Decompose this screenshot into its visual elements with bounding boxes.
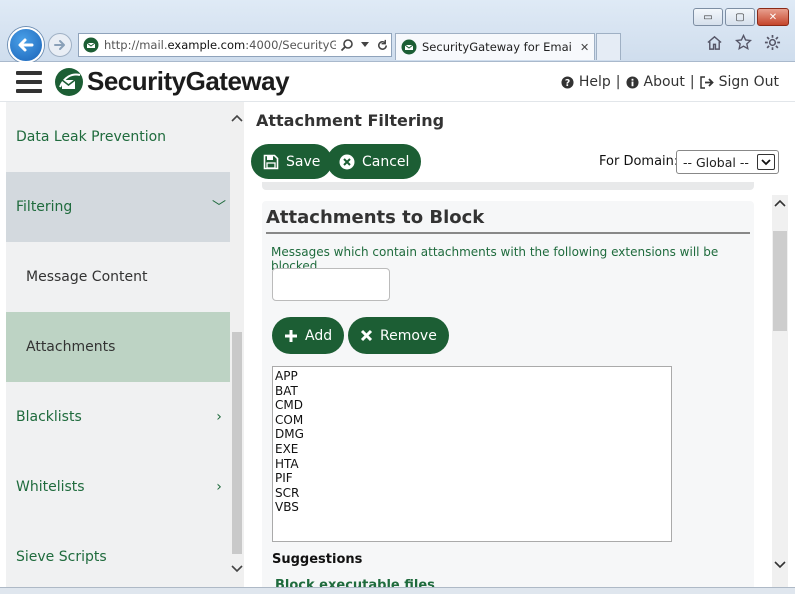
tab-title: SecurityGateway for Email ... xyxy=(422,40,572,54)
sidebar-scroll-thumb[interactable] xyxy=(232,332,242,554)
main-content: Attachment Filtering Save Cancel For Dom… xyxy=(246,102,788,587)
list-item[interactable]: SCR xyxy=(275,486,669,501)
add-button[interactable]: Add xyxy=(272,317,345,354)
search-icon[interactable] xyxy=(340,38,354,52)
extension-input[interactable] xyxy=(272,268,390,301)
content-scroll-area: Attachments to Block Messages which cont… xyxy=(246,182,772,587)
block-executables-link[interactable]: Block executable files xyxy=(275,578,435,587)
star-icon[interactable] xyxy=(735,34,752,51)
sidebar-scrollbar[interactable] xyxy=(230,102,244,587)
list-item[interactable]: PIF xyxy=(275,471,669,486)
sign-out-icon xyxy=(699,75,714,89)
list-item[interactable]: CMD xyxy=(275,398,669,413)
list-item[interactable]: DMG xyxy=(275,427,669,442)
list-item[interactable]: EXE xyxy=(275,442,669,457)
list-item[interactable]: BAT xyxy=(275,384,669,399)
list-item[interactable]: VBS xyxy=(275,500,669,515)
arrow-left-icon xyxy=(18,38,34,52)
attachments-to-block-panel: Attachments to Block Messages which cont… xyxy=(262,201,754,587)
scroll-up-icon[interactable] xyxy=(231,114,243,122)
suggestions-heading: Suggestions xyxy=(272,552,363,567)
refresh-icon[interactable] xyxy=(376,39,389,52)
arrow-right-icon xyxy=(54,40,65,50)
site-favicon-icon xyxy=(401,39,417,55)
window-bottom-border xyxy=(0,587,795,594)
back-button[interactable] xyxy=(8,27,44,63)
save-button[interactable]: Save xyxy=(251,144,333,179)
domain-select[interactable]: -- Global -- xyxy=(676,150,779,174)
svg-text:?: ? xyxy=(565,77,570,88)
sidebar-item-attachments[interactable]: Attachments xyxy=(6,312,230,382)
sidebar: Data Leak Prevention Filtering ﹀ Message… xyxy=(6,102,230,587)
previous-panel xyxy=(262,182,754,190)
plus-icon xyxy=(285,329,297,342)
sidebar-item-whitelists[interactable]: Whitelists › xyxy=(6,452,230,522)
page-title: Attachment Filtering xyxy=(256,111,445,130)
panel-title: Attachments to Block xyxy=(266,207,750,234)
address-bar[interactable]: http://mail.example.com:4000/SecurityGat… xyxy=(78,33,392,57)
window-controls: ▭ ▢ ✕ xyxy=(693,8,789,26)
scroll-down-icon[interactable] xyxy=(231,565,243,573)
cancel-button[interactable]: Cancel xyxy=(327,144,422,179)
sidebar-item-filtering[interactable]: Filtering ﹀ xyxy=(6,172,230,242)
question-circle-icon: ? xyxy=(561,75,574,88)
domain-label: For Domain: xyxy=(599,154,679,169)
main-scrollbar[interactable] xyxy=(772,195,788,587)
main-scroll-thumb[interactable] xyxy=(773,231,787,331)
help-link[interactable]: ? Help xyxy=(561,74,611,90)
logo: SecurityGateway xyxy=(54,66,290,97)
list-item[interactable]: HTA xyxy=(275,457,669,472)
list-item[interactable]: APP xyxy=(275,369,669,384)
scroll-up-icon[interactable] xyxy=(774,199,786,207)
extensions-listbox[interactable]: APP BAT CMD COM DMG EXE HTA PIF SCR VBS xyxy=(272,366,672,542)
about-link[interactable]: About xyxy=(625,74,685,90)
app-header: SecurityGateway ? Help | About | Sign Ou… xyxy=(0,62,795,102)
minimize-button[interactable]: ▭ xyxy=(693,8,723,26)
chevron-down-icon: ﹀ xyxy=(212,200,226,216)
close-circle-icon xyxy=(339,154,355,169)
security-gateway-logo-icon xyxy=(55,67,83,96)
gear-icon[interactable] xyxy=(764,34,781,51)
sign-out-link[interactable]: Sign Out xyxy=(699,74,779,90)
browser-tab[interactable]: SecurityGateway for Email ... ✕ xyxy=(395,33,595,60)
dropdown-arrow-icon[interactable] xyxy=(361,42,369,48)
x-icon xyxy=(360,329,373,342)
sidebar-item-message-content[interactable]: Message Content xyxy=(6,242,230,312)
info-circle-icon xyxy=(625,75,639,89)
chevron-right-icon: › xyxy=(216,479,222,495)
close-window-button[interactable]: ✕ xyxy=(757,8,789,26)
address-url: http://mail.example.com:4000/SecurityGat… xyxy=(104,38,336,52)
new-tab-button[interactable] xyxy=(596,33,621,60)
menu-toggle-icon[interactable] xyxy=(16,71,42,93)
remove-button[interactable]: Remove xyxy=(348,317,449,354)
home-icon[interactable] xyxy=(706,34,723,51)
sidebar-item-sieve-scripts[interactable]: Sieve Scripts xyxy=(6,522,230,587)
chevron-right-icon: › xyxy=(216,409,222,425)
sidebar-item-blacklists[interactable]: Blacklists › xyxy=(6,382,230,452)
restore-button[interactable]: ▢ xyxy=(725,8,755,26)
scroll-down-icon[interactable] xyxy=(774,561,786,569)
forward-button[interactable] xyxy=(48,33,72,57)
browser-chrome: ▭ ▢ ✕ http://mail.example.com:4000/Secur… xyxy=(0,0,795,63)
sidebar-item-data-leak-prevention[interactable]: Data Leak Prevention xyxy=(6,102,230,172)
list-item[interactable]: COM xyxy=(275,413,669,428)
chevron-down-icon xyxy=(757,154,775,170)
close-tab-icon[interactable]: ✕ xyxy=(580,41,589,54)
site-favicon-icon xyxy=(83,37,99,53)
logo-text: SecurityGateway xyxy=(87,66,290,96)
floppy-disk-icon xyxy=(263,154,279,169)
